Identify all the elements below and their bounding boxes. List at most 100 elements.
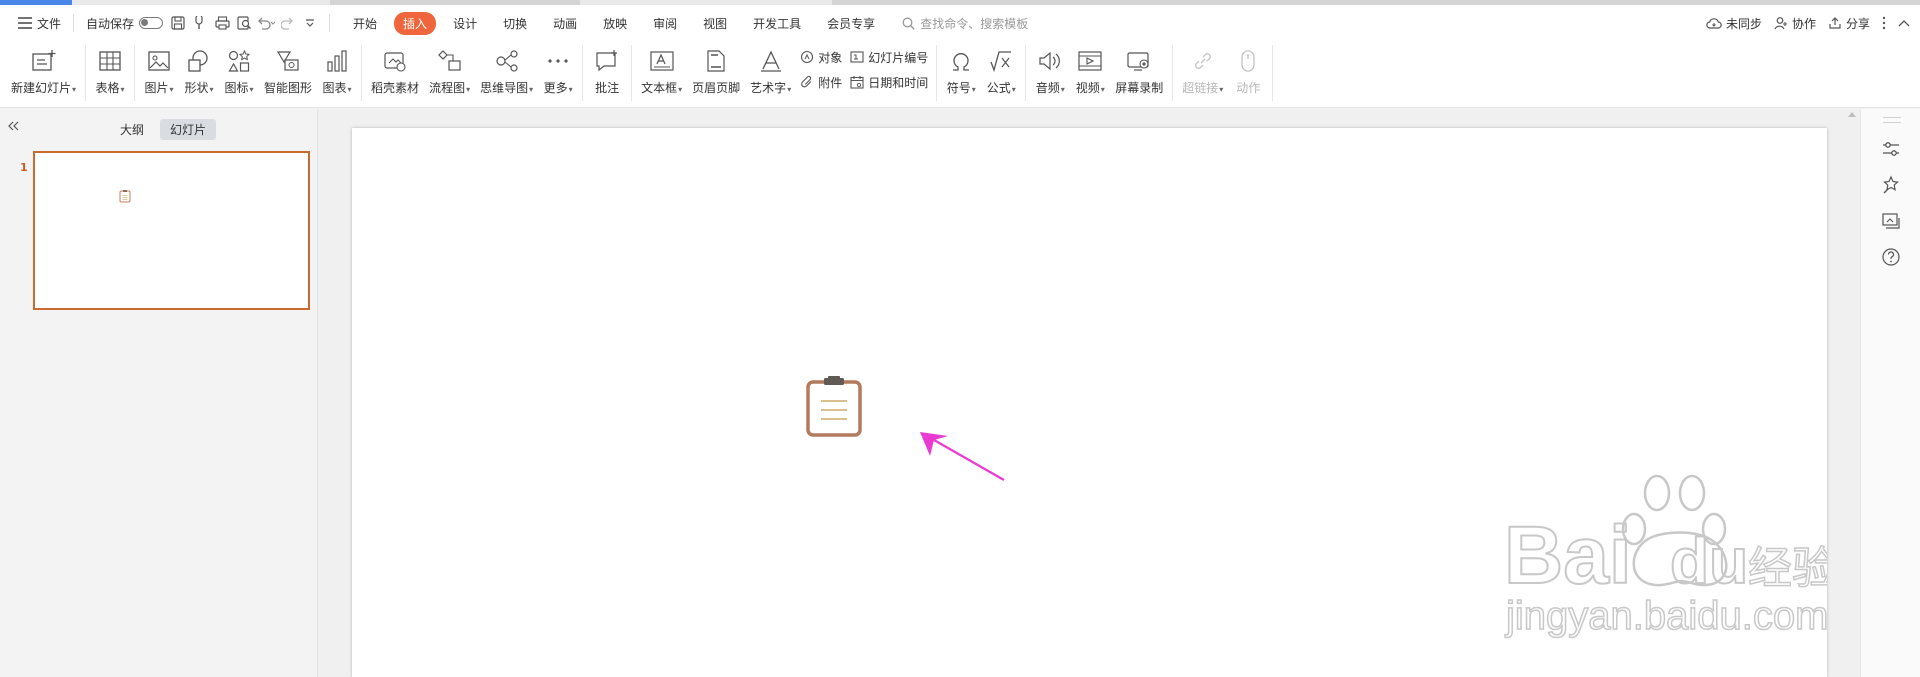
chart-button[interactable]: 图表▾ [317, 41, 357, 103]
dropdown-caret-icon: ▾ [466, 85, 471, 94]
attachment-button[interactable]: 附件 [800, 72, 842, 92]
print-preview-icon[interactable] [233, 12, 255, 34]
watermark-brand-tail: du [1670, 525, 1748, 597]
mindmap-button[interactable]: 思维导图▾ [475, 41, 538, 103]
tab-design[interactable]: 设计 [444, 12, 486, 35]
more-button[interactable]: 更多▾ [538, 41, 578, 103]
slide-library-icon[interactable] [1881, 211, 1903, 233]
divider [631, 45, 633, 101]
print-icon[interactable] [211, 12, 233, 34]
action-button[interactable]: 动作 [1228, 41, 1268, 103]
tab-animation[interactable]: 动画 [544, 12, 586, 35]
tab-slideshow[interactable]: 放映 [594, 12, 636, 35]
comment-button[interactable]: 批注 [587, 41, 627, 103]
dropdown-caret-icon: ▾ [1100, 85, 1105, 94]
file-menu[interactable]: 文件 [14, 9, 65, 37]
slide-thumbnail[interactable] [33, 151, 310, 310]
smart-graphic-button[interactable]: 智能图形 [259, 41, 317, 103]
slide-editor-canvas: Bai du 经验 jingyan.baidu.com [318, 109, 1860, 677]
help-icon[interactable] [1881, 247, 1903, 269]
video-label: 视频 [1075, 81, 1100, 95]
shape-label: 形状 [184, 81, 209, 95]
redo-icon[interactable] [277, 12, 299, 34]
object-button[interactable]: 对象 [800, 47, 842, 67]
collapse-panel-icon[interactable] [6, 119, 22, 135]
sync-status-button[interactable]: 未同步 [1706, 15, 1762, 32]
file-menu-label: 文件 [37, 16, 62, 31]
dropdown-caret-icon: ▾ [209, 85, 214, 94]
docer-assets-button[interactable]: 稻壳素材 [366, 41, 424, 103]
collaborate-button[interactable]: 协作 [1774, 15, 1816, 32]
dropdown-caret-icon: ▾ [1219, 85, 1224, 94]
property-settings-icon[interactable] [1881, 139, 1903, 161]
new-slide-button[interactable]: 新建幻灯片▾ [6, 41, 81, 103]
clipboard-icon [119, 189, 131, 203]
divider [85, 45, 87, 101]
divider [329, 14, 331, 32]
datetime-button[interactable]: 日期和时间 [850, 72, 928, 92]
user-add-icon [1774, 16, 1788, 30]
screen-record-label: 屏幕录制 [1115, 81, 1164, 95]
picture-button[interactable]: 图片▾ [139, 41, 179, 103]
more-options-icon[interactable] [1882, 16, 1886, 30]
clipboard-icon[interactable] [805, 376, 863, 438]
video-button[interactable]: 视频▾ [1070, 41, 1110, 103]
divider [361, 45, 363, 101]
undo-icon[interactable] [255, 12, 277, 34]
format-painter-icon[interactable] [189, 12, 211, 34]
textbox-button[interactable]: 文本框▾ [636, 41, 687, 103]
mouse-icon [1233, 45, 1263, 77]
save-icon[interactable] [167, 12, 189, 34]
symbol-label: 符号 [946, 81, 971, 95]
datetime-label: 日期和时间 [868, 75, 929, 90]
new-slide-label: 新建幻灯片 [11, 81, 72, 95]
tab-view[interactable]: 视图 [694, 12, 736, 35]
slides-panel: 大纲 幻灯片 1 [0, 109, 318, 677]
dropdown-caret-icon: ▾ [568, 85, 573, 94]
flowchart-label: 流程图 [429, 81, 466, 95]
dropdown-caret-icon: ▾ [120, 85, 125, 94]
docer-assets-label: 稻壳素材 [371, 81, 420, 95]
slide-canvas[interactable]: Bai du 经验 jingyan.baidu.com [352, 128, 1827, 677]
divider [73, 14, 75, 32]
symbol-button[interactable]: 符号▾ [941, 41, 981, 103]
tab-slides[interactable]: 幻灯片 [160, 119, 217, 140]
tab-review[interactable]: 审阅 [644, 12, 686, 35]
mindmap-label: 思维导图 [480, 81, 529, 95]
wordart-label: 艺术字 [750, 81, 787, 95]
tab-transition[interactable]: 切换 [494, 12, 536, 35]
flowchart-button[interactable]: 流程图▾ [424, 41, 475, 103]
audio-button[interactable]: 音频▾ [1030, 41, 1070, 103]
table-button[interactable]: 表格▾ [90, 41, 130, 103]
tab-developer-tools[interactable]: 开发工具 [744, 12, 810, 35]
autosave-toggle[interactable]: 自动保存 [82, 9, 167, 37]
more-label: 更多 [543, 81, 568, 95]
scroll-up-arrow-icon[interactable] [1848, 112, 1856, 117]
tab-home[interactable]: 开始 [344, 12, 386, 35]
icon-library-button[interactable]: 图标▾ [219, 41, 259, 103]
tab-outline[interactable]: 大纲 [110, 119, 154, 140]
shape-button[interactable]: 形状▾ [179, 41, 219, 103]
object-icon [800, 50, 814, 64]
shapes-icon [184, 45, 214, 77]
tab-insert[interactable]: 插入 [394, 11, 437, 35]
design-wand-icon[interactable] [1881, 175, 1903, 197]
drag-handle-icon[interactable] [1883, 117, 1901, 123]
tab-member-exclusive[interactable]: 会员专享 [818, 12, 884, 35]
header-footer-button[interactable]: 页眉页脚 [687, 41, 745, 103]
wordart-button[interactable]: 艺术字▾ [745, 41, 796, 103]
formula-button[interactable]: 公式▾ [981, 41, 1021, 103]
quick-access-dropdown-icon[interactable] [299, 12, 321, 34]
hyperlink-button[interactable]: 超链接▾ [1177, 41, 1228, 103]
screen-record-button[interactable]: 屏幕录制 [1110, 41, 1168, 103]
vertical-scrollbar[interactable] [1844, 109, 1860, 677]
dropdown-caret-icon: ▾ [529, 85, 534, 94]
share-button[interactable]: 分享 [1828, 15, 1870, 32]
slide-number-button[interactable]: 幻灯片编号 [850, 47, 928, 67]
baidu-jingyan-watermark: Bai du 经验 jingyan.baidu.com [1502, 469, 1827, 639]
new-slide-icon [29, 45, 59, 77]
formula-icon [986, 45, 1016, 77]
dropdown-caret-icon: ▾ [249, 85, 254, 94]
command-search[interactable]: 查找命令、搜索模板 [902, 15, 1028, 32]
collapse-ribbon-icon[interactable] [1898, 19, 1910, 27]
